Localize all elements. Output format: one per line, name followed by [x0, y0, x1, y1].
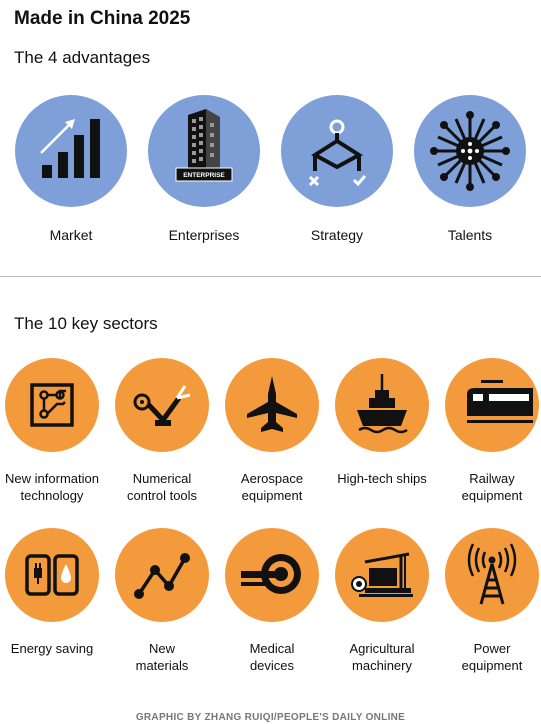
strategy-flowchart-icon [308, 119, 367, 187]
sector-label-line2: control tools [126, 488, 198, 503]
molecule-icon [134, 553, 190, 599]
sector-label-line1: Medical [249, 641, 295, 656]
mri-scanner-icon [241, 554, 301, 594]
building-icon: ENTERPRISE [175, 109, 233, 182]
fighter-jet-icon [247, 376, 297, 432]
sector-power-equipment: Power equipment [433, 528, 541, 674]
sector-circle [5, 358, 99, 452]
sector-numerical-control-tools: Numerical control tools [103, 358, 221, 504]
enterprise-sign: ENTERPRISE [183, 172, 225, 179]
sector-label: Aerospace equipment [213, 470, 331, 504]
sector-circle [225, 528, 319, 622]
sector-aerospace-equipment: Aerospace equipment [213, 358, 331, 504]
advantage-enterprises: ENTERPRISE Enterprises [139, 95, 269, 243]
advantage-label: Talents [447, 227, 493, 243]
sector-label: Energy saving [0, 640, 111, 657]
sector-circle [115, 358, 209, 452]
sector-label-line2: technology [20, 488, 84, 503]
sector-label-line1: New information [5, 471, 99, 486]
network-people-icon [430, 111, 510, 191]
sector-railway-equipment: Railway equipment [433, 358, 541, 504]
sector-label-line1: Railway [469, 471, 515, 486]
sector-label-line1: High-tech ships [337, 471, 427, 486]
plug-drop-icon [25, 554, 79, 596]
sector-label-line1: Aerospace [240, 471, 304, 486]
circuit-board-icon [30, 383, 74, 427]
sector-circle [445, 358, 539, 452]
advantage-circle: ENTERPRISE [148, 95, 260, 207]
sector-label: Agricultural machinery [323, 640, 441, 674]
sector-energy-saving: Energy saving [0, 528, 111, 657]
sector-label-line2: equipment [461, 658, 523, 673]
sector-label: New materials [103, 640, 221, 674]
sectors-heading: The 10 key sectors [14, 314, 158, 333]
sector-label: Railway equipment [433, 470, 541, 504]
advantage-market: Market [6, 95, 136, 243]
sector-label-line1: Energy saving [10, 641, 94, 656]
bar-chart-icon [40, 119, 100, 178]
advantages-heading: The 4 advantages [14, 48, 151, 67]
sector-circle [225, 358, 319, 452]
sector-label: Power equipment [433, 640, 541, 674]
sector-label-line2: equipment [241, 488, 303, 503]
sector-circle [335, 528, 429, 622]
robot-arm-icon [133, 385, 191, 426]
sector-new-information-technology: New information technology [0, 358, 111, 504]
ship-icon [357, 374, 408, 434]
sector-label-line1: New [148, 641, 175, 656]
sector-high-tech-ships: High-tech ships [323, 358, 441, 487]
harvester-icon [351, 552, 413, 597]
advantage-label: Market [49, 227, 93, 243]
sector-label-line2: machinery [352, 658, 412, 673]
sector-circle [115, 528, 209, 622]
advantage-circle [414, 95, 526, 207]
advantage-circle [281, 95, 393, 207]
advantage-talents: Talents [405, 95, 535, 243]
sector-label-line2: equipment [461, 488, 523, 503]
sector-new-materials: New materials [103, 528, 221, 674]
sector-label-line1: Power [473, 641, 511, 656]
sector-label-line1: Agricultural [349, 641, 415, 656]
advantage-circle [15, 95, 127, 207]
power-tower-icon [467, 543, 517, 605]
sector-label: Medical devices [213, 640, 331, 674]
advantage-label: Strategy [310, 227, 364, 243]
section-divider [0, 276, 541, 277]
sector-circle [445, 528, 539, 622]
sector-label-line2: devices [249, 658, 295, 673]
sector-agricultural-machinery: Agricultural machinery [323, 528, 441, 674]
sector-label-line1: Numerical [132, 471, 192, 486]
page-title: Made in China 2025 [14, 8, 191, 29]
sector-label-line2: materials [135, 658, 189, 673]
sector-circle [5, 528, 99, 622]
sector-label: Numerical control tools [103, 470, 221, 504]
sector-label: New information technology [0, 470, 111, 504]
sector-circle [335, 358, 429, 452]
sector-label: High-tech ships [323, 470, 441, 487]
advantage-label: Enterprises [168, 227, 240, 243]
train-icon [467, 380, 533, 423]
advantage-strategy: Strategy [272, 95, 402, 243]
sector-medical-devices: Medical devices [213, 528, 331, 674]
graphic-credit: GRAPHIC BY ZHANG RUIQI/PEOPLE'S DAILY ON… [135, 712, 406, 723]
